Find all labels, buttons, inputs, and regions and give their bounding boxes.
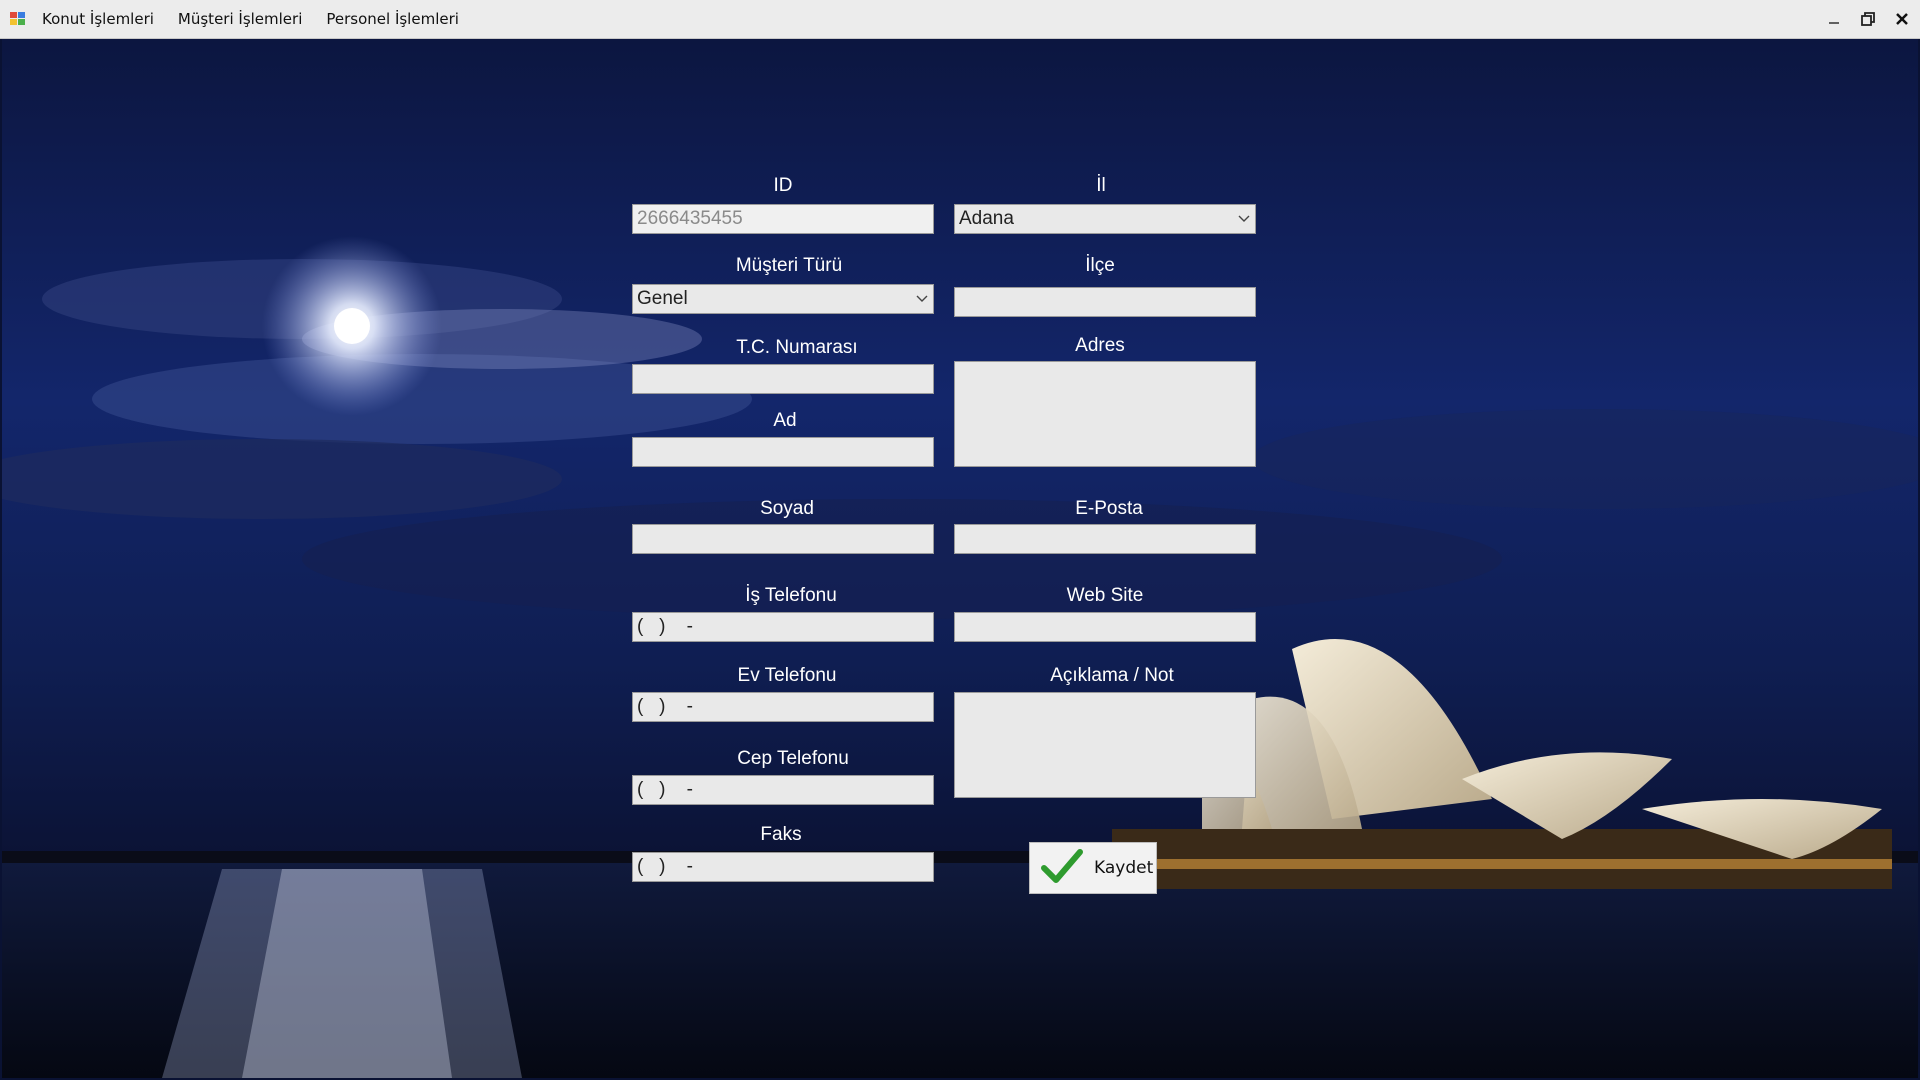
restore-icon[interactable] (1858, 9, 1878, 29)
ev-telefonu-field[interactable]: ( ) - (632, 692, 934, 722)
close-icon[interactable] (1892, 9, 1912, 29)
menu-musteri-islemleri[interactable]: Müşteri İşlemleri (178, 10, 302, 28)
musteri-turu-value: Genel (637, 288, 688, 309)
menu-personel-islemleri[interactable]: Personel İşlemleri (326, 10, 459, 28)
id-label: ID (773, 175, 793, 196)
eposta-field[interactable] (954, 524, 1256, 554)
eposta-label: E-Posta (1075, 498, 1143, 519)
musteri-turu-select[interactable]: Genel (632, 284, 934, 314)
cep-telefonu-field[interactable]: ( ) - (632, 775, 934, 805)
is-telefonu-field[interactable]: ( ) - (632, 612, 934, 642)
cep-telefonu-label: Cep Telefonu (737, 748, 849, 769)
is-telefonu-label: İş Telefonu (745, 585, 837, 606)
save-button-label: Kaydet (1094, 858, 1154, 878)
soyad-label: Soyad (760, 498, 814, 519)
faks-field[interactable]: ( ) - (632, 852, 934, 882)
aciklama-textarea[interactable] (954, 692, 1256, 798)
web-site-label: Web Site (1066, 585, 1144, 606)
adres-label: Adres (1075, 335, 1125, 356)
menu-bar: Konut İşlemleri Müşteri İşlemleri Person… (0, 0, 1920, 39)
checkmark-icon (1040, 846, 1084, 891)
tc-field[interactable] (632, 364, 934, 394)
il-label: İl (1096, 175, 1106, 196)
menu-konut-islemleri[interactable]: Konut İşlemleri (42, 10, 154, 28)
id-field[interactable]: 2666435455 (632, 204, 934, 234)
adres-textarea[interactable] (954, 361, 1256, 467)
ad-label: Ad (773, 410, 797, 431)
aciklama-label: Açıklama / Not (1050, 665, 1174, 686)
ev-telefonu-label: Ev Telefonu (737, 665, 837, 686)
save-button[interactable]: Kaydet (1029, 842, 1157, 894)
ilce-field[interactable] (954, 287, 1256, 317)
tc-label: T.C. Numarası (736, 337, 858, 358)
il-value: Adana (959, 208, 1014, 229)
ad-field[interactable] (632, 437, 934, 467)
faks-label: Faks (760, 824, 802, 845)
musteri-turu-label: Müşteri Türü (735, 255, 843, 276)
web-site-field[interactable] (954, 612, 1256, 642)
ilce-label: İlçe (1085, 255, 1115, 276)
soyad-field[interactable] (632, 524, 934, 554)
chevron-down-icon (915, 292, 929, 306)
il-select[interactable]: Adana (954, 204, 1256, 234)
chevron-down-icon (1237, 212, 1251, 226)
app-icon (10, 12, 26, 26)
minimize-icon[interactable] (1824, 9, 1844, 29)
